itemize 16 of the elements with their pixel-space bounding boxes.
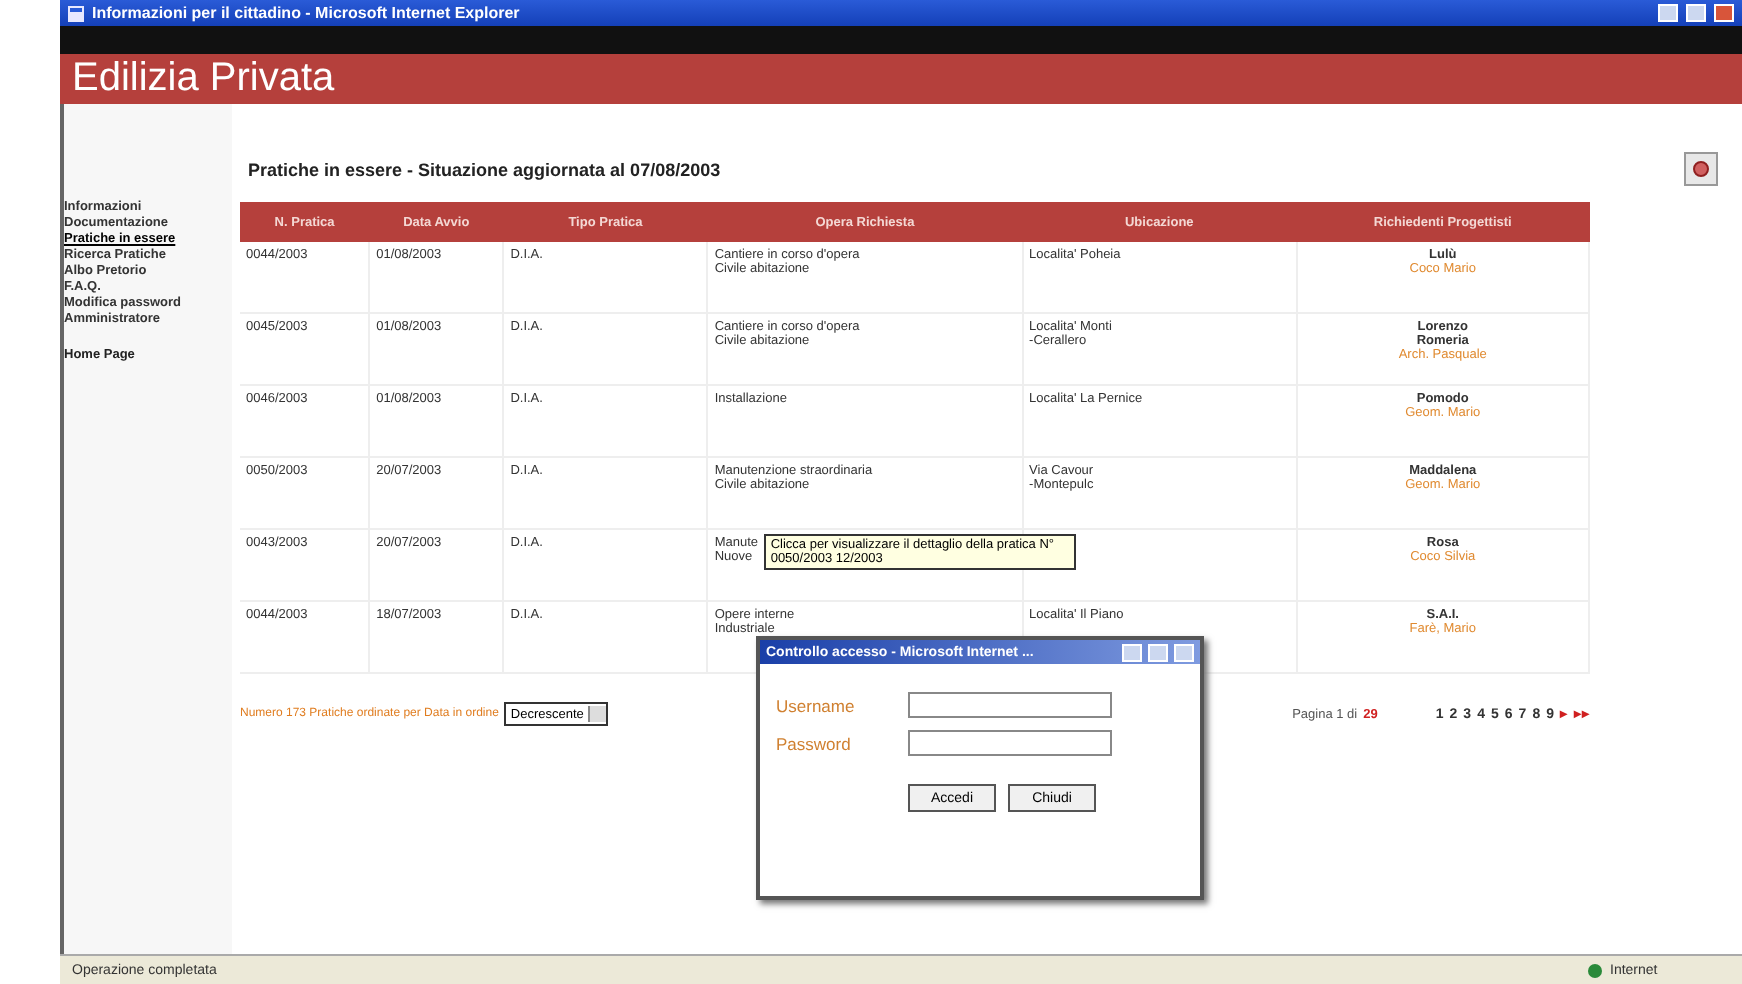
- print-button[interactable]: [1684, 152, 1718, 186]
- page-heading: Pratiche in essere - Situazione aggiornata al 07/08/2003: [248, 159, 721, 179]
- site-title: Edilizia Privata: [72, 56, 335, 102]
- window-title: Informazioni per il cittadino - Microsoft Internet Explorer: [92, 4, 522, 22]
- input-field[interactable]: [908, 692, 1112, 718]
- input-field[interactable]: [908, 730, 1112, 756]
- browser-icon: [68, 5, 84, 21]
- minimize-button[interactable]: [1122, 643, 1142, 661]
- field-label: Password: [776, 733, 853, 753]
- dropdown-icon: [587, 706, 606, 722]
- maximize-button[interactable]: [1148, 643, 1168, 661]
- field-label: Username: [776, 695, 857, 715]
- close-button[interactable]: [1174, 643, 1194, 661]
- globe-icon: [1588, 963, 1602, 977]
- close-button[interactable]: [1714, 4, 1734, 22]
- circle-icon: [1692, 160, 1710, 178]
